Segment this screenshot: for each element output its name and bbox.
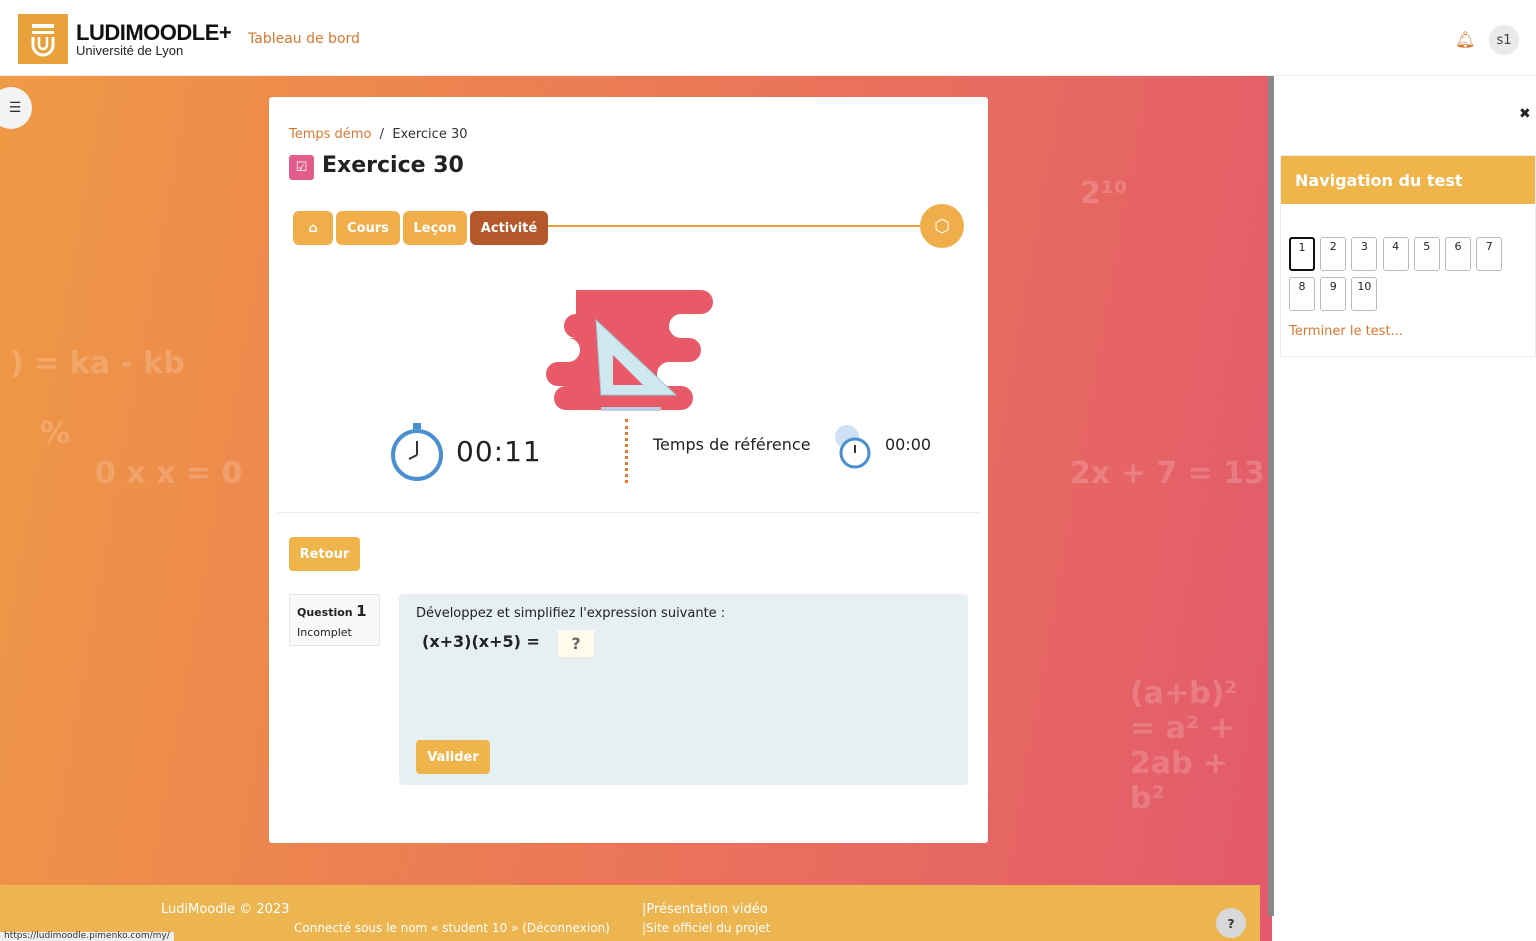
avatar[interactable]: s1 [1489, 25, 1519, 55]
dashboard-link[interactable]: Tableau de bord [248, 31, 360, 47]
question-label: Question [297, 606, 353, 619]
question-nav-button[interactable]: 1 [1289, 237, 1315, 271]
quiz-navigation-block: Navigation du test 1 2 3 4 5 6 7 8 9 10 Terminer … [1280, 155, 1536, 357]
help-button[interactable]: ? [1216, 908, 1246, 938]
finish-test-link[interactable]: Terminer le test... [1289, 324, 1403, 339]
status-url: https://ludimoodle.pimenko.com/my/ [0, 932, 174, 941]
question-text: Développez et simplifiez l'expression su… [416, 606, 726, 621]
tab-home[interactable]: ⌂ [293, 211, 333, 245]
home-icon: ⌂ [308, 220, 318, 236]
bell-icon[interactable]: 🔔︎ [1455, 30, 1475, 49]
question-nav-button[interactable]: 8 [1289, 277, 1315, 311]
reference-time: 00:00 [885, 435, 932, 454]
elapsed-timer: 00:11 [456, 435, 542, 468]
question-nav-button[interactable]: 4 [1382, 237, 1409, 271]
question-box: Développez et simplifiez l'expression su… [399, 594, 968, 785]
tab-cours[interactable]: Cours [336, 211, 400, 245]
logo[interactable] [18, 14, 68, 64]
main-card: Temps démo / Exercice 30 ☑ Exercice 30 ⌂… [269, 97, 988, 843]
breadcrumb: Temps démo / Exercice 30 [289, 127, 468, 142]
quiz-navigation-title: Navigation du test [1281, 156, 1535, 204]
tab-activite[interactable]: Activité [470, 211, 548, 245]
header: LUDIMOODLE+ Université de Lyon Tableau d… [0, 0, 1536, 76]
question-nav-button[interactable]: 2 [1320, 237, 1347, 271]
question-nav-button[interactable]: 9 [1320, 277, 1347, 311]
breadcrumb-current: Exercice 30 [392, 127, 468, 142]
footer-video-link[interactable]: |Présentation vidéo [642, 902, 768, 917]
question-nav-button[interactable]: 5 [1413, 237, 1440, 271]
question-info: Question 1 Incomplet [289, 594, 380, 646]
question-expression: (x+3)(x+5) = [422, 632, 540, 651]
separator [277, 512, 980, 513]
progress-line [539, 225, 929, 227]
answer-input[interactable]: ? [557, 629, 595, 658]
quiz-navigation-drawer: ✖ Navigation du test 1 2 3 4 5 6 7 8 9 10 Termine… [1274, 76, 1536, 941]
breadcrumb-course[interactable]: Temps démo [289, 127, 371, 142]
footer-copyright: LudiMoodle © 2023 [161, 902, 290, 917]
question-number: 1 [356, 602, 367, 620]
page-title: Exercice 30 [322, 153, 464, 178]
reference-stopwatch-icon [835, 425, 871, 469]
tab-lecon[interactable]: Leçon [403, 211, 467, 245]
footer-login-info: Connecté sous le nom « student 10 » (Déc… [294, 921, 610, 935]
brand-subtitle: Université de Lyon [76, 43, 184, 58]
cube-icon[interactable]: ⬡ [920, 204, 964, 248]
divider [625, 419, 628, 483]
question-nav-button[interactable]: 3 [1351, 237, 1378, 271]
list-icon: ☰ [8, 100, 22, 116]
footer: LudiMoodle © 2023 |Présentation vidéo |S… [0, 885, 1260, 941]
question-nav-button[interactable]: 10 [1351, 277, 1378, 311]
question-status: Incomplet [297, 626, 352, 639]
mascot-illustration [546, 290, 713, 411]
footer-site-link[interactable]: |Site officiel du projet [642, 921, 770, 935]
quiz-icon: ☑ [289, 155, 314, 180]
validate-button[interactable]: Valider [416, 740, 490, 774]
back-button[interactable]: Retour [289, 537, 360, 571]
question-nav-button[interactable]: 6 [1445, 237, 1471, 271]
close-icon[interactable]: ✖ [1519, 106, 1531, 122]
stopwatch-icon [391, 423, 443, 481]
question-nav-button[interactable]: 7 [1476, 237, 1503, 271]
reference-label: Temps de référence [653, 435, 811, 454]
